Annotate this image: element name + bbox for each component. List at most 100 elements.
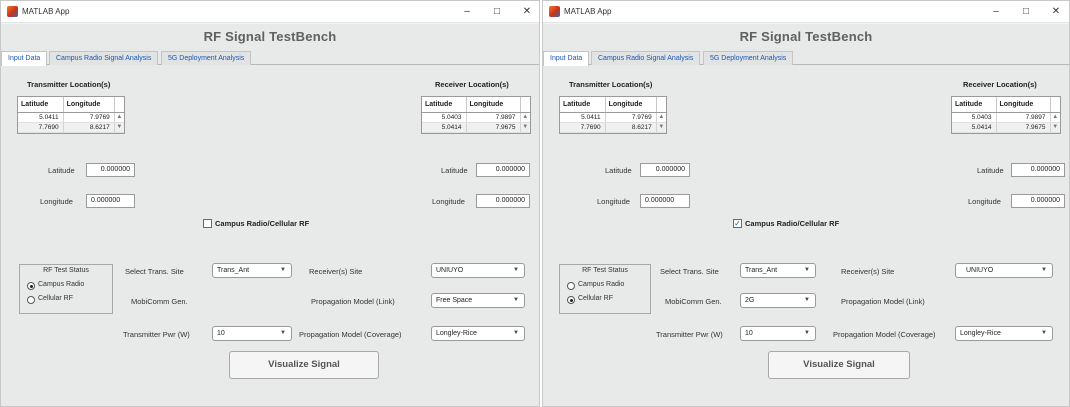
radio-cellular-rf[interactable] (27, 296, 35, 304)
maximize-button[interactable]: □ (1013, 3, 1039, 21)
tx-power-dropdown[interactable]: 10 ▼ (212, 326, 292, 341)
tx-longitude-field[interactable]: 0.000000 (640, 194, 690, 208)
table-row[interactable]: 5.0403 7.9897 ▲ (422, 112, 530, 123)
table-scroll[interactable] (656, 97, 666, 113)
cell[interactable]: 7.9897 (466, 112, 521, 123)
receiver-table[interactable]: Latitude Longitude 5.0403 7.9897 ▲ 5.041… (951, 96, 1061, 134)
col-header-longitude[interactable]: Longitude (996, 97, 1051, 113)
tab-5g-deployment[interactable]: 5G Deployment Analysis (161, 51, 252, 65)
scroll-up-icon[interactable]: ▲ (1050, 112, 1060, 123)
col-header-latitude[interactable]: Latitude (18, 97, 64, 113)
col-header-latitude[interactable]: Latitude (422, 97, 467, 113)
col-header-latitude[interactable]: Latitude (952, 97, 997, 113)
table-row[interactable]: 7.7690 8.6217 ▼ (560, 122, 666, 133)
cell[interactable]: 7.9769 (63, 112, 115, 123)
cell[interactable]: 5.0414 (952, 122, 997, 133)
scroll-down-icon[interactable]: ▼ (656, 122, 666, 133)
campus-cellular-checkbox[interactable] (203, 219, 212, 228)
table-scroll[interactable] (114, 97, 124, 113)
chevron-down-icon: ▼ (804, 297, 810, 303)
cell[interactable]: 7.7690 (18, 122, 64, 133)
cell[interactable]: 8.6217 (605, 122, 657, 133)
prop-link-dropdown[interactable]: Free Space ▼ (431, 293, 525, 308)
scroll-down-icon[interactable]: ▼ (1050, 122, 1060, 133)
tx-latitude-field[interactable]: 0.000000 (640, 163, 690, 177)
checkmark-icon: ✓ (734, 219, 741, 228)
trans-site-dropdown[interactable]: Trans_Ant ▼ (212, 263, 292, 278)
maximize-button[interactable]: □ (484, 3, 510, 21)
visualize-signal-button[interactable]: Visualize Signal (229, 351, 379, 379)
close-button[interactable]: ✕ (1043, 3, 1069, 21)
minimize-button[interactable]: – (983, 3, 1009, 21)
tx-power-label: Transmitter Pwr (W) (123, 330, 190, 339)
col-header-longitude[interactable]: Longitude (63, 97, 115, 113)
trans-site-dropdown[interactable]: Trans_Ant ▼ (740, 263, 816, 278)
radio-campus-radio[interactable] (27, 282, 35, 290)
cell[interactable]: 7.9675 (996, 122, 1051, 133)
scroll-down-icon[interactable]: ▼ (520, 122, 530, 133)
transmitter-table[interactable]: Latitude Longitude 5.0411 7.9769 ▲ 7.769… (17, 96, 125, 134)
cell[interactable]: 7.7690 (560, 122, 606, 133)
table-scroll[interactable] (1050, 97, 1060, 113)
tx-longitude-field[interactable]: 0.000000 (86, 194, 135, 208)
receiver-site-dropdown[interactable]: UNIUYO ▼ (955, 263, 1053, 278)
table-row[interactable]: 5.0403 7.9897 ▲ (952, 112, 1060, 123)
cell[interactable]: 7.9769 (605, 112, 657, 123)
cell[interactable]: 5.0411 (560, 112, 606, 123)
table-scroll[interactable] (520, 97, 530, 113)
tx-longitude-label: Longitude (597, 197, 630, 206)
cell[interactable]: 7.9897 (996, 112, 1051, 123)
mobicomm-dropdown[interactable]: 2G ▼ (740, 293, 816, 308)
tx-latitude-label: Latitude (48, 166, 75, 175)
prop-coverage-dropdown[interactable]: Longley-Rice ▼ (955, 326, 1053, 341)
minimize-button[interactable]: – (454, 3, 480, 21)
tab-input-data[interactable]: Input Data (543, 51, 590, 66)
scroll-up-icon[interactable]: ▲ (520, 112, 530, 123)
cell[interactable]: 5.0403 (422, 112, 467, 123)
rx-latitude-label: Latitude (977, 166, 1004, 175)
campus-cellular-checkbox[interactable]: ✓ (733, 219, 742, 228)
rx-longitude-field[interactable]: 0.000000 (1011, 194, 1065, 208)
tx-latitude-field[interactable]: 0.000000 (86, 163, 135, 177)
table-row[interactable]: 5.0414 7.9675 ▼ (422, 122, 530, 133)
col-header-longitude[interactable]: Longitude (605, 97, 657, 113)
cell[interactable]: 5.0414 (422, 122, 467, 133)
receiver-site-label: Receiver(s) Site (309, 267, 363, 276)
prop-coverage-dropdown[interactable]: Longley-Rice ▼ (431, 326, 525, 341)
cell[interactable]: 8.6217 (63, 122, 115, 133)
scroll-up-icon[interactable]: ▲ (656, 112, 666, 123)
table-row[interactable]: 5.0411 7.9769 ▲ (18, 112, 124, 123)
close-button[interactable]: ✕ (514, 3, 540, 21)
tx-power-dropdown[interactable]: 10 ▼ (740, 326, 816, 341)
tab-campus-radio-analysis[interactable]: Campus Radio Signal Analysis (49, 51, 159, 65)
scroll-down-icon[interactable]: ▼ (114, 122, 124, 133)
campus-cellular-label: Campus Radio/Cellular RF (215, 219, 310, 228)
radio-cellular-rf-label[interactable]: Cellular RF (38, 295, 73, 302)
tab-input-data[interactable]: Input Data (1, 51, 48, 66)
table-row[interactable]: 5.0411 7.9769 ▲ (560, 112, 666, 123)
transmitter-table[interactable]: Latitude Longitude 5.0411 7.9769 ▲ 7.769… (559, 96, 667, 134)
col-header-longitude[interactable]: Longitude (466, 97, 521, 113)
radio-cellular-rf-label[interactable]: Cellular RF (578, 295, 613, 302)
table-row[interactable]: 5.0414 7.9675 ▼ (952, 122, 1060, 133)
radio-campus-radio-label[interactable]: Campus Radio (578, 281, 624, 288)
cell[interactable]: 5.0403 (952, 112, 997, 123)
rx-longitude-field[interactable]: 0.000000 (476, 194, 530, 208)
cell[interactable]: 7.9675 (466, 122, 521, 133)
visualize-signal-button[interactable]: Visualize Signal (768, 351, 910, 379)
rx-latitude-field[interactable]: 0.000000 (476, 163, 530, 177)
receiver-site-dropdown[interactable]: UNIUYO ▼ (431, 263, 525, 278)
table-row[interactable]: 7.7690 8.6217 ▼ (18, 122, 124, 133)
prop-coverage-value: Longley-Rice (960, 330, 1001, 337)
radio-cellular-rf[interactable] (567, 296, 575, 304)
radio-campus-radio[interactable] (567, 282, 575, 290)
tab-campus-radio-analysis[interactable]: Campus Radio Signal Analysis (591, 51, 701, 65)
window-title: MATLAB App (564, 7, 612, 16)
tab-5g-deployment[interactable]: 5G Deployment Analysis (703, 51, 794, 65)
cell[interactable]: 5.0411 (18, 112, 64, 123)
radio-campus-radio-label[interactable]: Campus Radio (38, 281, 84, 288)
rx-latitude-field[interactable]: 0.000000 (1011, 163, 1065, 177)
scroll-up-icon[interactable]: ▲ (114, 112, 124, 123)
receiver-table[interactable]: Latitude Longitude 5.0403 7.9897 ▲ 5.041… (421, 96, 531, 134)
col-header-latitude[interactable]: Latitude (560, 97, 606, 113)
